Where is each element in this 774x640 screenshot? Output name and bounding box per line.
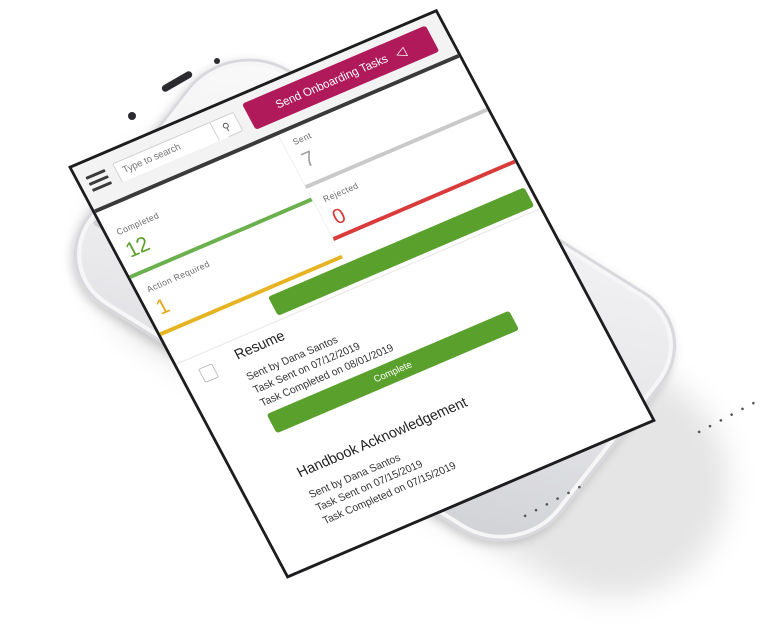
front-camera [128,112,136,120]
proximity-sensor [214,58,220,64]
hamburger-menu-icon[interactable] [85,169,113,193]
send-arrow-icon: ◁ [391,42,409,61]
task-checkbox[interactable] [197,363,220,384]
